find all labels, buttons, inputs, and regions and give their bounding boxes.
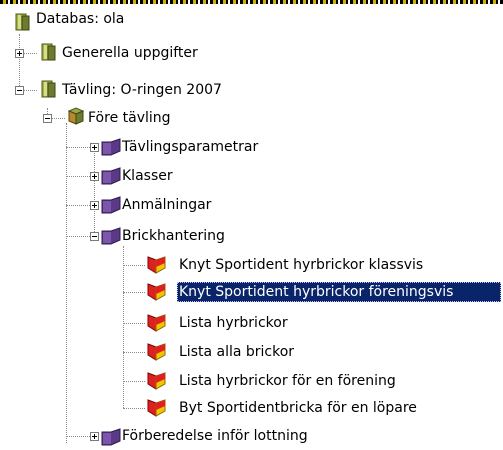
tree-node-generella-uppgifter[interactable]: Generella uppgifter xyxy=(60,43,200,63)
folder-icon xyxy=(101,225,121,245)
tree-node-knyt-klassvis[interactable]: Knyt Sportident hyrbrickor klassvis xyxy=(177,255,425,275)
collapse-toggle-icon[interactable] xyxy=(15,86,24,95)
expand-toggle-icon[interactable] xyxy=(90,143,99,152)
tree-node-databas[interactable]: Databas: ola xyxy=(34,9,126,29)
report-icon xyxy=(146,281,166,301)
tree-node-tavling[interactable]: Tävling: O-ringen 2007 xyxy=(60,80,224,100)
expand-toggle-icon[interactable] xyxy=(15,49,24,58)
tree-connector xyxy=(123,246,124,408)
tree-node-knyt-foreningsvis[interactable]: Knyt Sportident hyrbrickor föreningsvis xyxy=(177,282,501,302)
tree-node-lista-alla-brickor[interactable]: Lista alla brickor xyxy=(177,342,296,362)
report-icon xyxy=(146,254,166,274)
tree-connector xyxy=(123,352,145,353)
tree-connector xyxy=(123,265,145,266)
tree-node-anmalningar[interactable]: Anmälningar xyxy=(120,195,213,215)
tree-connector xyxy=(94,148,95,232)
tree-connector xyxy=(66,176,92,177)
expand-toggle-icon[interactable] xyxy=(90,172,99,181)
report-icon xyxy=(146,312,166,332)
report-icon xyxy=(146,370,166,390)
collapse-toggle-icon[interactable] xyxy=(90,232,99,241)
expand-toggle-icon[interactable] xyxy=(90,201,99,210)
tree-node-klasser[interactable]: Klasser xyxy=(120,166,175,186)
tree-connector xyxy=(66,147,92,148)
database-icon xyxy=(39,41,59,61)
folder-open-icon xyxy=(67,106,87,126)
tree-connector xyxy=(66,436,92,437)
tree-node-lista-hyrbrickor-forening[interactable]: Lista hyrbrickor för en förening xyxy=(177,371,398,391)
report-icon xyxy=(146,397,166,417)
tree-connector xyxy=(66,123,67,443)
tree-connector xyxy=(19,34,20,90)
report-icon xyxy=(146,341,166,361)
tree-connector xyxy=(123,381,145,382)
tree-node-brickhantering[interactable]: Brickhantering xyxy=(120,226,227,246)
folder-icon xyxy=(101,194,121,214)
tree-connector xyxy=(123,323,145,324)
tree-connector xyxy=(66,236,92,237)
collapse-toggle-icon[interactable] xyxy=(43,114,52,123)
folder-icon xyxy=(101,136,121,156)
tree-connector xyxy=(66,205,92,206)
tree-node-fore-tavling[interactable]: Före tävling xyxy=(86,108,173,128)
tree-node-forberedelse-lottning[interactable]: Förberedelse inför lottning xyxy=(120,426,310,446)
database-icon xyxy=(39,78,59,98)
folder-icon xyxy=(101,426,121,446)
folder-icon xyxy=(101,165,121,185)
tree-connector xyxy=(123,408,145,409)
tree-node-tavlingsparametrar[interactable]: Tävlingsparametrar xyxy=(120,137,260,157)
tree-node-byt-sportidentbricka[interactable]: Byt Sportidentbricka för en löpare xyxy=(177,398,419,418)
tree-connector xyxy=(123,292,145,293)
tree-node-lista-hyrbrickor[interactable]: Lista hyrbrickor xyxy=(177,313,290,333)
expand-toggle-icon[interactable] xyxy=(90,432,99,441)
tree-view[interactable]: Databas: ola Generella uppgifter Tävling… xyxy=(0,0,503,446)
database-icon xyxy=(13,11,33,31)
